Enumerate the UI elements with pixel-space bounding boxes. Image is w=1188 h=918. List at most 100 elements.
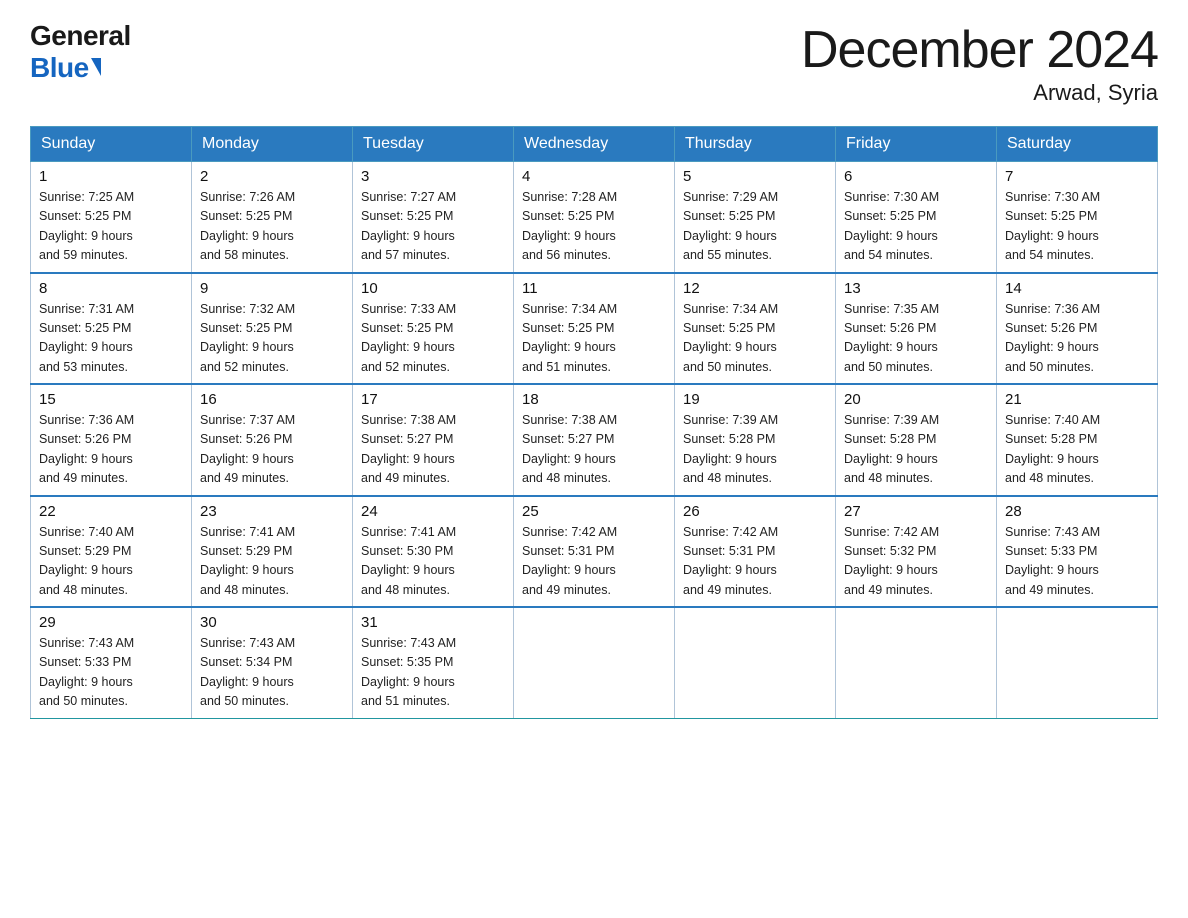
calendar-week-row: 8 Sunrise: 7:31 AMSunset: 5:25 PMDaylight… [31, 273, 1158, 385]
calendar-cell: 20 Sunrise: 7:39 AMSunset: 5:28 PMDayligh… [836, 384, 997, 496]
calendar-cell: 16Sunrise: 7:37 AMSunset: 5:26 PMDayligh… [192, 384, 353, 496]
calendar-cell: 18Sunrise: 7:38 AMSunset: 5:27 PMDayligh… [514, 384, 675, 496]
day-number: 13 [844, 280, 988, 297]
calendar-cell: 3Sunrise: 7:27 AMSunset: 5:25 PMDaylight… [353, 162, 514, 273]
day-info: Sunrise: 7:42 AMSunset: 5:31 PMDaylight:… [522, 523, 666, 601]
day-number: 31 [361, 614, 505, 631]
calendar-header-monday: Monday [192, 127, 353, 162]
calendar-table: SundayMondayTuesdayWednesdayThursdayFrid… [30, 126, 1158, 719]
day-info: Sunrise: 7:36 AMSunset: 5:26 PMDaylight:… [39, 411, 183, 489]
day-info: Sunrise: 7:34 AMSunset: 5:25 PMDaylight:… [522, 300, 666, 378]
calendar-cell: 12Sunrise: 7:34 AMSunset: 5:25 PMDayligh… [675, 273, 836, 385]
day-info: Sunrise: 7:39 AMSunset: 5:28 PMDaylight:… [683, 411, 827, 489]
calendar-cell: 11 Sunrise: 7:34 AMSunset: 5:25 PMDayligh… [514, 273, 675, 385]
day-number: 22 [39, 503, 183, 520]
page-header: General Blue December 2024 Arwad, Syria [30, 20, 1158, 106]
calendar-week-row: 29Sunrise: 7:43 AMSunset: 5:33 PMDayligh… [31, 607, 1158, 718]
logo-general-text: General [30, 20, 131, 52]
calendar-week-row: 22 Sunrise: 7:40 AMSunset: 5:29 PMDayligh… [31, 496, 1158, 608]
day-number: 24 [361, 503, 505, 520]
calendar-header-saturday: Saturday [997, 127, 1158, 162]
day-info: Sunrise: 7:43 AMSunset: 5:33 PMDaylight:… [1005, 523, 1149, 601]
day-info: Sunrise: 7:41 AMSunset: 5:30 PMDaylight:… [361, 523, 505, 601]
day-number: 5 [683, 168, 827, 185]
day-info: Sunrise: 7:43 AMSunset: 5:34 PMDaylight:… [200, 634, 344, 712]
day-info: Sunrise: 7:42 AMSunset: 5:31 PMDaylight:… [683, 523, 827, 601]
logo: General Blue [30, 20, 131, 84]
calendar-cell: 7 Sunrise: 7:30 AMSunset: 5:25 PMDaylight… [997, 162, 1158, 273]
day-info: Sunrise: 7:37 AMSunset: 5:26 PMDaylight:… [200, 411, 344, 489]
day-number: 29 [39, 614, 183, 631]
calendar-cell [514, 607, 675, 718]
day-info: Sunrise: 7:27 AMSunset: 5:25 PMDaylight:… [361, 188, 505, 266]
calendar-cell: 15Sunrise: 7:36 AMSunset: 5:26 PMDayligh… [31, 384, 192, 496]
day-number: 25 [522, 503, 666, 520]
day-info: Sunrise: 7:43 AMSunset: 5:35 PMDaylight:… [361, 634, 505, 712]
calendar-cell: 29Sunrise: 7:43 AMSunset: 5:33 PMDayligh… [31, 607, 192, 718]
title-section: December 2024 Arwad, Syria [801, 20, 1158, 106]
day-number: 7 [1005, 168, 1149, 185]
calendar-cell: 1 Sunrise: 7:25 AMSunset: 5:25 PMDaylight… [31, 162, 192, 273]
calendar-cell: 13 Sunrise: 7:35 AMSunset: 5:26 PMDayligh… [836, 273, 997, 385]
calendar-cell: 25 Sunrise: 7:42 AMSunset: 5:31 PMDayligh… [514, 496, 675, 608]
calendar-cell: 19 Sunrise: 7:39 AMSunset: 5:28 PMDayligh… [675, 384, 836, 496]
calendar-header-row: SundayMondayTuesdayWednesdayThursdayFrid… [31, 127, 1158, 162]
day-number: 27 [844, 503, 988, 520]
day-number: 26 [683, 503, 827, 520]
calendar-cell: 21 Sunrise: 7:40 AMSunset: 5:28 PMDayligh… [997, 384, 1158, 496]
calendar-cell: 9Sunrise: 7:32 AMSunset: 5:25 PMDaylight… [192, 273, 353, 385]
calendar-cell: 24 Sunrise: 7:41 AMSunset: 5:30 PMDayligh… [353, 496, 514, 608]
calendar-header-friday: Friday [836, 127, 997, 162]
day-number: 30 [200, 614, 344, 631]
calendar-cell [836, 607, 997, 718]
calendar-week-row: 15Sunrise: 7:36 AMSunset: 5:26 PMDayligh… [31, 384, 1158, 496]
calendar-cell: 2Sunrise: 7:26 AMSunset: 5:25 PMDaylight… [192, 162, 353, 273]
calendar-cell: 23Sunrise: 7:41 AMSunset: 5:29 PMDayligh… [192, 496, 353, 608]
calendar-cell [675, 607, 836, 718]
day-number: 9 [200, 280, 344, 297]
day-info: Sunrise: 7:34 AMSunset: 5:25 PMDaylight:… [683, 300, 827, 378]
day-info: Sunrise: 7:28 AMSunset: 5:25 PMDaylight:… [522, 188, 666, 266]
day-number: 19 [683, 391, 827, 408]
day-info: Sunrise: 7:31 AMSunset: 5:25 PMDaylight:… [39, 300, 183, 378]
day-info: Sunrise: 7:30 AMSunset: 5:25 PMDaylight:… [844, 188, 988, 266]
day-number: 4 [522, 168, 666, 185]
calendar-cell: 5 Sunrise: 7:29 AMSunset: 5:25 PMDaylight… [675, 162, 836, 273]
calendar-header-thursday: Thursday [675, 127, 836, 162]
calendar-cell: 26 Sunrise: 7:42 AMSunset: 5:31 PMDayligh… [675, 496, 836, 608]
day-info: Sunrise: 7:40 AMSunset: 5:29 PMDaylight:… [39, 523, 183, 601]
day-info: Sunrise: 7:42 AMSunset: 5:32 PMDaylight:… [844, 523, 988, 601]
day-number: 14 [1005, 280, 1149, 297]
day-number: 11 [522, 280, 666, 297]
calendar-header-sunday: Sunday [31, 127, 192, 162]
day-info: Sunrise: 7:39 AMSunset: 5:28 PMDaylight:… [844, 411, 988, 489]
calendar-cell: 28Sunrise: 7:43 AMSunset: 5:33 PMDayligh… [997, 496, 1158, 608]
day-number: 10 [361, 280, 505, 297]
day-info: Sunrise: 7:29 AMSunset: 5:25 PMDaylight:… [683, 188, 827, 266]
day-info: Sunrise: 7:40 AMSunset: 5:28 PMDaylight:… [1005, 411, 1149, 489]
calendar-week-row: 1 Sunrise: 7:25 AMSunset: 5:25 PMDaylight… [31, 162, 1158, 273]
day-number: 2 [200, 168, 344, 185]
calendar-cell: 27 Sunrise: 7:42 AMSunset: 5:32 PMDayligh… [836, 496, 997, 608]
day-info: Sunrise: 7:38 AMSunset: 5:27 PMDaylight:… [361, 411, 505, 489]
day-number: 1 [39, 168, 183, 185]
calendar-header-wednesday: Wednesday [514, 127, 675, 162]
day-number: 21 [1005, 391, 1149, 408]
day-number: 6 [844, 168, 988, 185]
calendar-cell: 22 Sunrise: 7:40 AMSunset: 5:29 PMDayligh… [31, 496, 192, 608]
day-number: 18 [522, 391, 666, 408]
day-number: 8 [39, 280, 183, 297]
day-number: 20 [844, 391, 988, 408]
logo-triangle-icon [91, 58, 101, 76]
calendar-cell: 30 Sunrise: 7:43 AMSunset: 5:34 PMDayligh… [192, 607, 353, 718]
day-info: Sunrise: 7:35 AMSunset: 5:26 PMDaylight:… [844, 300, 988, 378]
location-text: Arwad, Syria [801, 80, 1158, 106]
month-title: December 2024 [801, 20, 1158, 80]
calendar-cell [997, 607, 1158, 718]
logo-blue-text: Blue [30, 52, 101, 84]
day-info: Sunrise: 7:36 AMSunset: 5:26 PMDaylight:… [1005, 300, 1149, 378]
day-info: Sunrise: 7:33 AMSunset: 5:25 PMDaylight:… [361, 300, 505, 378]
day-info: Sunrise: 7:25 AMSunset: 5:25 PMDaylight:… [39, 188, 183, 266]
day-info: Sunrise: 7:30 AMSunset: 5:25 PMDaylight:… [1005, 188, 1149, 266]
calendar-cell: 8 Sunrise: 7:31 AMSunset: 5:25 PMDaylight… [31, 273, 192, 385]
